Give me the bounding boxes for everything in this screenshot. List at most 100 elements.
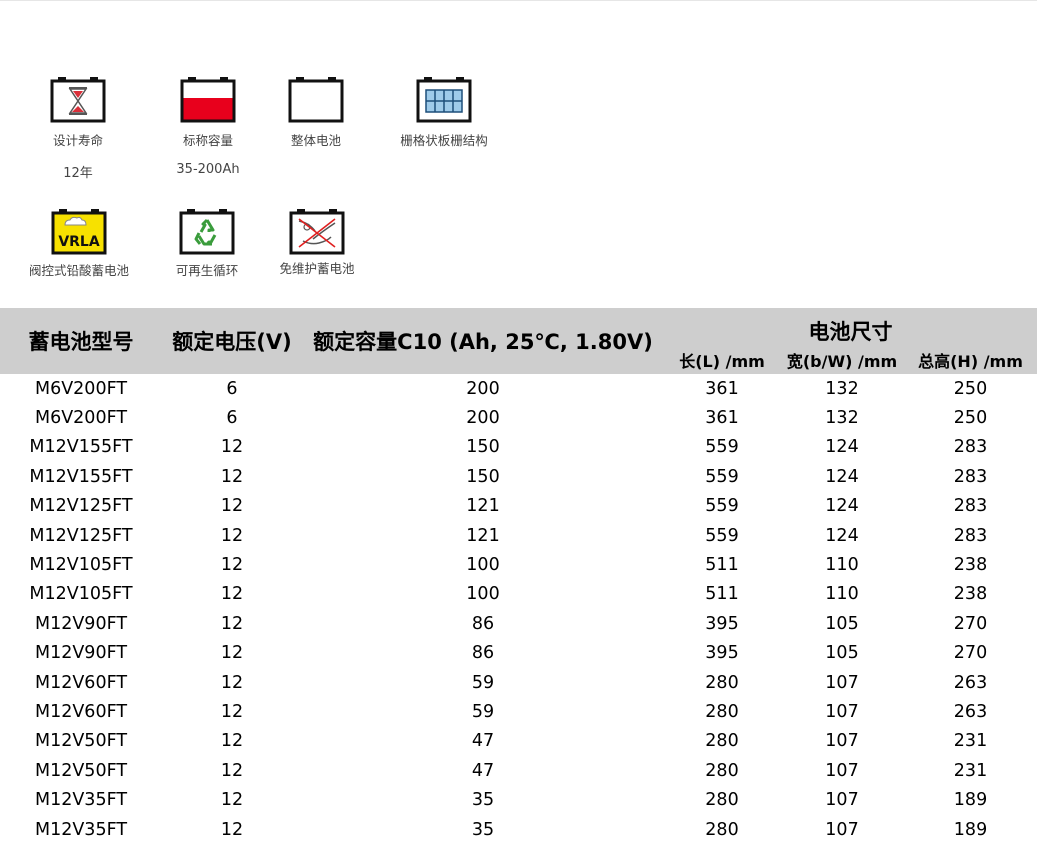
cell-length: 559 <box>705 496 739 517</box>
table-row: M12V90FT 12 86 395 105 270 <box>0 609 1037 638</box>
table-row: M12V35FT 12 35 280 107 189 <box>0 785 1037 814</box>
cell-model: M12V60FT <box>34 701 128 722</box>
feature-label: 整体电池 <box>290 133 341 148</box>
header-dimensions: 电池尺寸 <box>664 308 1037 346</box>
cell-height: 189 <box>953 819 988 840</box>
cell-model: M12V105FT <box>29 584 133 605</box>
hourglass-battery-icon <box>50 77 106 123</box>
cell-model: M12V60FT <box>34 672 128 693</box>
cell-length: 559 <box>705 437 739 458</box>
cell-voltage: 12 <box>220 760 244 781</box>
cell-voltage: 12 <box>220 643 244 664</box>
cell-length: 361 <box>705 408 739 429</box>
cell-voltage: 12 <box>220 437 244 458</box>
top-divider <box>0 0 1037 1</box>
spec-table-body: M6V200FT 6 200 361 132 250 M6V200FT 6 200 361 132 2… <box>0 374 1037 844</box>
cell-model: M12V155FT <box>29 466 133 487</box>
cell-voltage: 6 <box>226 378 238 399</box>
table-row: M12V125FT 12 121 559 124 283 <box>0 521 1037 550</box>
cell-voltage: 12 <box>220 790 244 811</box>
feature-label: 栅格状板栅结构 <box>400 133 488 148</box>
cell-model: M12V50FT <box>34 760 128 781</box>
cell-width: 124 <box>825 525 859 546</box>
table-row: M12V105FT 12 100 511 110 238 <box>0 550 1037 579</box>
cell-capacity: 121 <box>466 525 500 546</box>
cell-height: 270 <box>953 613 988 634</box>
cell-model: M12V90FT <box>34 613 128 634</box>
cell-height: 238 <box>953 555 988 576</box>
table-row: M12V50FT 12 47 280 107 231 <box>0 727 1037 756</box>
spec-table-wrap: 蓄电池型号 额定电压(V) 额定容量C10 (Ah, 25℃, 1.80V) 电… <box>0 308 1037 844</box>
cell-height: 283 <box>953 525 988 546</box>
cell-model: M12V125FT <box>29 525 133 546</box>
header-voltage: 额定电压(V) <box>162 308 302 374</box>
recycle-battery-icon <box>179 209 235 255</box>
cell-length: 395 <box>705 613 739 634</box>
cell-height: 263 <box>953 672 988 693</box>
cell-height: 270 <box>953 643 988 664</box>
cell-capacity: 100 <box>466 555 500 576</box>
cell-capacity: 35 <box>471 819 495 840</box>
cell-model: M12V35FT <box>34 790 128 811</box>
feature-label: 可再生循环 <box>175 263 239 278</box>
cell-height: 283 <box>953 496 988 517</box>
feature-recycle: 可再生循环 <box>165 209 249 279</box>
table-row: M6V200FT 6 200 361 132 250 <box>0 374 1037 403</box>
cell-capacity: 200 <box>466 378 500 399</box>
cell-width: 124 <box>825 496 859 517</box>
cell-width: 107 <box>825 731 859 752</box>
cell-capacity: 200 <box>466 408 500 429</box>
cell-capacity: 86 <box>471 643 495 664</box>
table-row: M6V200FT 6 200 361 132 250 <box>0 403 1037 432</box>
cell-length: 280 <box>705 790 739 811</box>
cell-length: 511 <box>705 584 739 605</box>
cell-height: 231 <box>953 731 988 752</box>
cell-width: 110 <box>825 555 859 576</box>
feature-label: 免维护蓄电池 <box>279 261 355 276</box>
cell-width: 107 <box>825 790 859 811</box>
empty-battery-icon <box>288 77 344 123</box>
feature-maintenance-free: 免维护蓄电池 <box>270 209 364 277</box>
header-model: 蓄电池型号 <box>0 308 162 374</box>
cell-voltage: 12 <box>220 731 244 752</box>
feature-label: 标称容量 <box>182 133 233 148</box>
feature-value: 35-200Ah <box>176 162 240 177</box>
cell-width: 124 <box>825 437 859 458</box>
cell-capacity: 47 <box>471 731 495 752</box>
no-maintenance-battery-icon <box>289 209 345 255</box>
cell-voltage: 6 <box>226 408 238 429</box>
cell-capacity: 150 <box>466 466 500 487</box>
cell-length: 559 <box>705 525 739 546</box>
cell-capacity: 121 <box>466 496 500 517</box>
cell-height: 250 <box>953 378 988 399</box>
cell-width: 107 <box>825 672 859 693</box>
cell-width: 107 <box>825 701 859 722</box>
cell-capacity: 150 <box>466 437 500 458</box>
cell-height: 250 <box>953 408 988 429</box>
feature-design-life: 设计寿命 12年 <box>38 77 118 181</box>
cell-model: M12V125FT <box>29 496 133 517</box>
grid-plate-battery-icon <box>416 77 472 123</box>
cell-length: 280 <box>705 819 739 840</box>
cell-length: 559 <box>705 466 739 487</box>
table-row: M12V155FT 12 150 559 124 283 <box>0 433 1037 462</box>
cell-width: 105 <box>825 643 859 664</box>
cell-voltage: 12 <box>220 525 244 546</box>
cell-length: 280 <box>705 672 739 693</box>
charged-battery-icon <box>180 77 236 123</box>
header-capacity: 额定容量C10 (Ah, 25℃, 1.80V) <box>302 308 664 374</box>
cell-width: 132 <box>825 378 859 399</box>
cell-length: 395 <box>705 643 739 664</box>
cell-width: 132 <box>825 408 859 429</box>
cell-voltage: 12 <box>220 555 244 576</box>
cell-model: M12V35FT <box>34 819 128 840</box>
cell-width: 107 <box>825 819 859 840</box>
table-row: M12V35FT 12 35 280 107 189 <box>0 815 1037 844</box>
cell-length: 280 <box>705 701 739 722</box>
cell-width: 105 <box>825 613 859 634</box>
table-row: M12V60FT 12 59 280 107 263 <box>0 697 1037 726</box>
cell-width: 124 <box>825 466 859 487</box>
cell-capacity: 100 <box>466 584 500 605</box>
cell-length: 511 <box>705 555 739 576</box>
cell-length: 280 <box>705 731 739 752</box>
